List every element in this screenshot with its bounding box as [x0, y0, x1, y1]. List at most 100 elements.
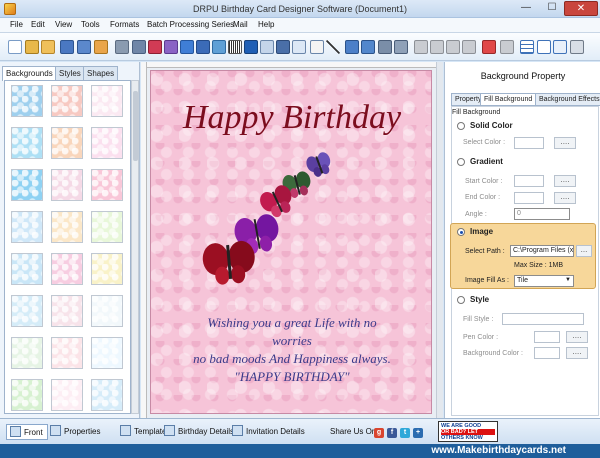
settings-icon[interactable]: [570, 40, 584, 54]
tab-styles[interactable]: Styles: [55, 66, 85, 80]
background-thumbnail[interactable]: [91, 85, 123, 117]
open-icon[interactable]: [25, 40, 39, 54]
print-icon[interactable]: [115, 40, 129, 54]
image-radio[interactable]: [457, 228, 465, 236]
background-thumbnail[interactable]: [11, 379, 43, 411]
fill-style-select[interactable]: [502, 313, 584, 325]
card-title[interactable]: Happy Birthday: [151, 99, 431, 137]
solid-color-radio[interactable]: [457, 122, 465, 130]
browse-path-button[interactable]: ...: [576, 245, 592, 257]
scroll-thumb[interactable]: [133, 91, 138, 161]
library-icon[interactable]: [361, 40, 375, 54]
image-icon[interactable]: [260, 40, 274, 54]
grid-icon[interactable]: [520, 40, 534, 54]
facebook-icon[interactable]: f: [387, 428, 397, 438]
background-thumbnail[interactable]: [51, 169, 83, 201]
background-thumbnail[interactable]: [11, 127, 43, 159]
menu-file[interactable]: File: [10, 20, 23, 29]
menu-view[interactable]: View: [55, 20, 72, 29]
menu-formats[interactable]: Formats: [110, 20, 139, 29]
left-scrollbar[interactable]: [131, 80, 139, 414]
card-message-line-4[interactable]: "HAPPY BIRTHDAY": [151, 369, 431, 385]
canvas-scrollbar[interactable]: [436, 62, 443, 418]
background-thumbnail[interactable]: [11, 295, 43, 327]
select-color-button[interactable]: ....: [554, 137, 576, 149]
properties-button[interactable]: Properties: [50, 424, 100, 440]
maximize-button[interactable]: ☐: [540, 1, 564, 16]
pen-color-swatch[interactable]: [534, 331, 560, 343]
menu-edit[interactable]: Edit: [31, 20, 45, 29]
start-color-swatch[interactable]: [514, 175, 544, 187]
front-icon[interactable]: [500, 40, 514, 54]
card-message-line-1[interactable]: Wishing you a great Life with no: [151, 315, 431, 331]
export-icon[interactable]: [94, 40, 108, 54]
email-icon[interactable]: [292, 40, 306, 54]
birthday-details-button[interactable]: Birthday Details: [164, 424, 234, 440]
background-thumbnail[interactable]: [91, 337, 123, 369]
cut-icon[interactable]: [446, 40, 460, 54]
invitation-details-button[interactable]: Invitation Details: [232, 424, 305, 440]
background-thumbnail[interactable]: [51, 337, 83, 369]
copy-icon[interactable]: [148, 40, 162, 54]
image-fill-select[interactable]: Tile ▼: [514, 275, 574, 287]
barcode-icon[interactable]: [228, 40, 242, 54]
card-message-line-2[interactable]: worries: [151, 333, 431, 349]
paste2-icon[interactable]: [430, 40, 444, 54]
background-thumbnail[interactable]: [91, 379, 123, 411]
zoom-fit-icon[interactable]: [537, 40, 551, 54]
share-icon[interactable]: +: [413, 428, 423, 438]
open-template-icon[interactable]: [41, 40, 55, 54]
start-color-button[interactable]: ....: [554, 175, 576, 187]
tab-backgrounds[interactable]: Backgrounds: [2, 66, 57, 81]
background-thumbnail[interactable]: [91, 169, 123, 201]
templates-button[interactable]: Templates: [120, 424, 170, 440]
save-as-icon[interactable]: [77, 40, 91, 54]
bring-icon[interactable]: [462, 40, 476, 54]
pen-color-button[interactable]: ....: [566, 331, 588, 343]
background-thumbnail[interactable]: [51, 127, 83, 159]
background-thumbnail[interactable]: [91, 295, 123, 327]
feedback-badge[interactable]: WE ARE GOOD OR BAD? LET OTHERS KNOW: [438, 421, 498, 442]
butterflies-image[interactable]: [199, 149, 339, 289]
tab-shapes[interactable]: Shapes: [83, 66, 119, 80]
book-icon[interactable]: [345, 40, 359, 54]
new-icon[interactable]: [8, 40, 22, 54]
select-color-swatch[interactable]: [514, 137, 544, 149]
delete-icon[interactable]: [482, 40, 496, 54]
background-thumbnail[interactable]: [51, 211, 83, 243]
background-thumbnail[interactable]: [51, 379, 83, 411]
background-thumbnail[interactable]: [51, 295, 83, 327]
end-color-button[interactable]: ....: [554, 192, 576, 204]
minimize-button[interactable]: —: [514, 1, 538, 16]
twitter-icon[interactable]: t: [400, 428, 410, 438]
card-message-line-3[interactable]: no bad moods And Happiness always.: [151, 351, 431, 367]
email-icon-2[interactable]: [310, 40, 324, 54]
background-thumbnail[interactable]: [11, 211, 43, 243]
redo-icon[interactable]: [394, 40, 408, 54]
menu-tools[interactable]: Tools: [81, 20, 100, 29]
paste-icon[interactable]: [164, 40, 178, 54]
path-input[interactable]: C:\Program Files (x86: [510, 245, 574, 257]
background-thumbnail[interactable]: [11, 253, 43, 285]
background-thumbnail[interactable]: [91, 127, 123, 159]
text-icon[interactable]: [244, 40, 258, 54]
tab-background-effects[interactable]: Background Effects: [535, 93, 600, 106]
background-color-swatch[interactable]: [534, 347, 560, 359]
end-color-swatch[interactable]: [514, 192, 544, 204]
save-icon[interactable]: [60, 40, 74, 54]
background-thumbnail[interactable]: [51, 253, 83, 285]
menu-help[interactable]: Help: [258, 20, 274, 29]
zoom-icon[interactable]: [553, 40, 567, 54]
front-button[interactable]: Front: [6, 424, 48, 440]
background-thumbnail[interactable]: [91, 211, 123, 243]
tab-fill-background[interactable]: Fill Background: [480, 93, 537, 106]
angle-input[interactable]: 0: [514, 208, 570, 220]
background-thumbnail[interactable]: [91, 253, 123, 285]
close-button[interactable]: ✕: [564, 1, 598, 16]
print-preview-icon[interactable]: [132, 40, 146, 54]
copy2-icon[interactable]: [414, 40, 428, 54]
undo-icon[interactable]: [378, 40, 392, 54]
style-radio[interactable]: [457, 296, 465, 304]
menu-batch-processing[interactable]: Batch Processing Series: [147, 20, 234, 29]
menu-mail[interactable]: Mail: [233, 20, 248, 29]
